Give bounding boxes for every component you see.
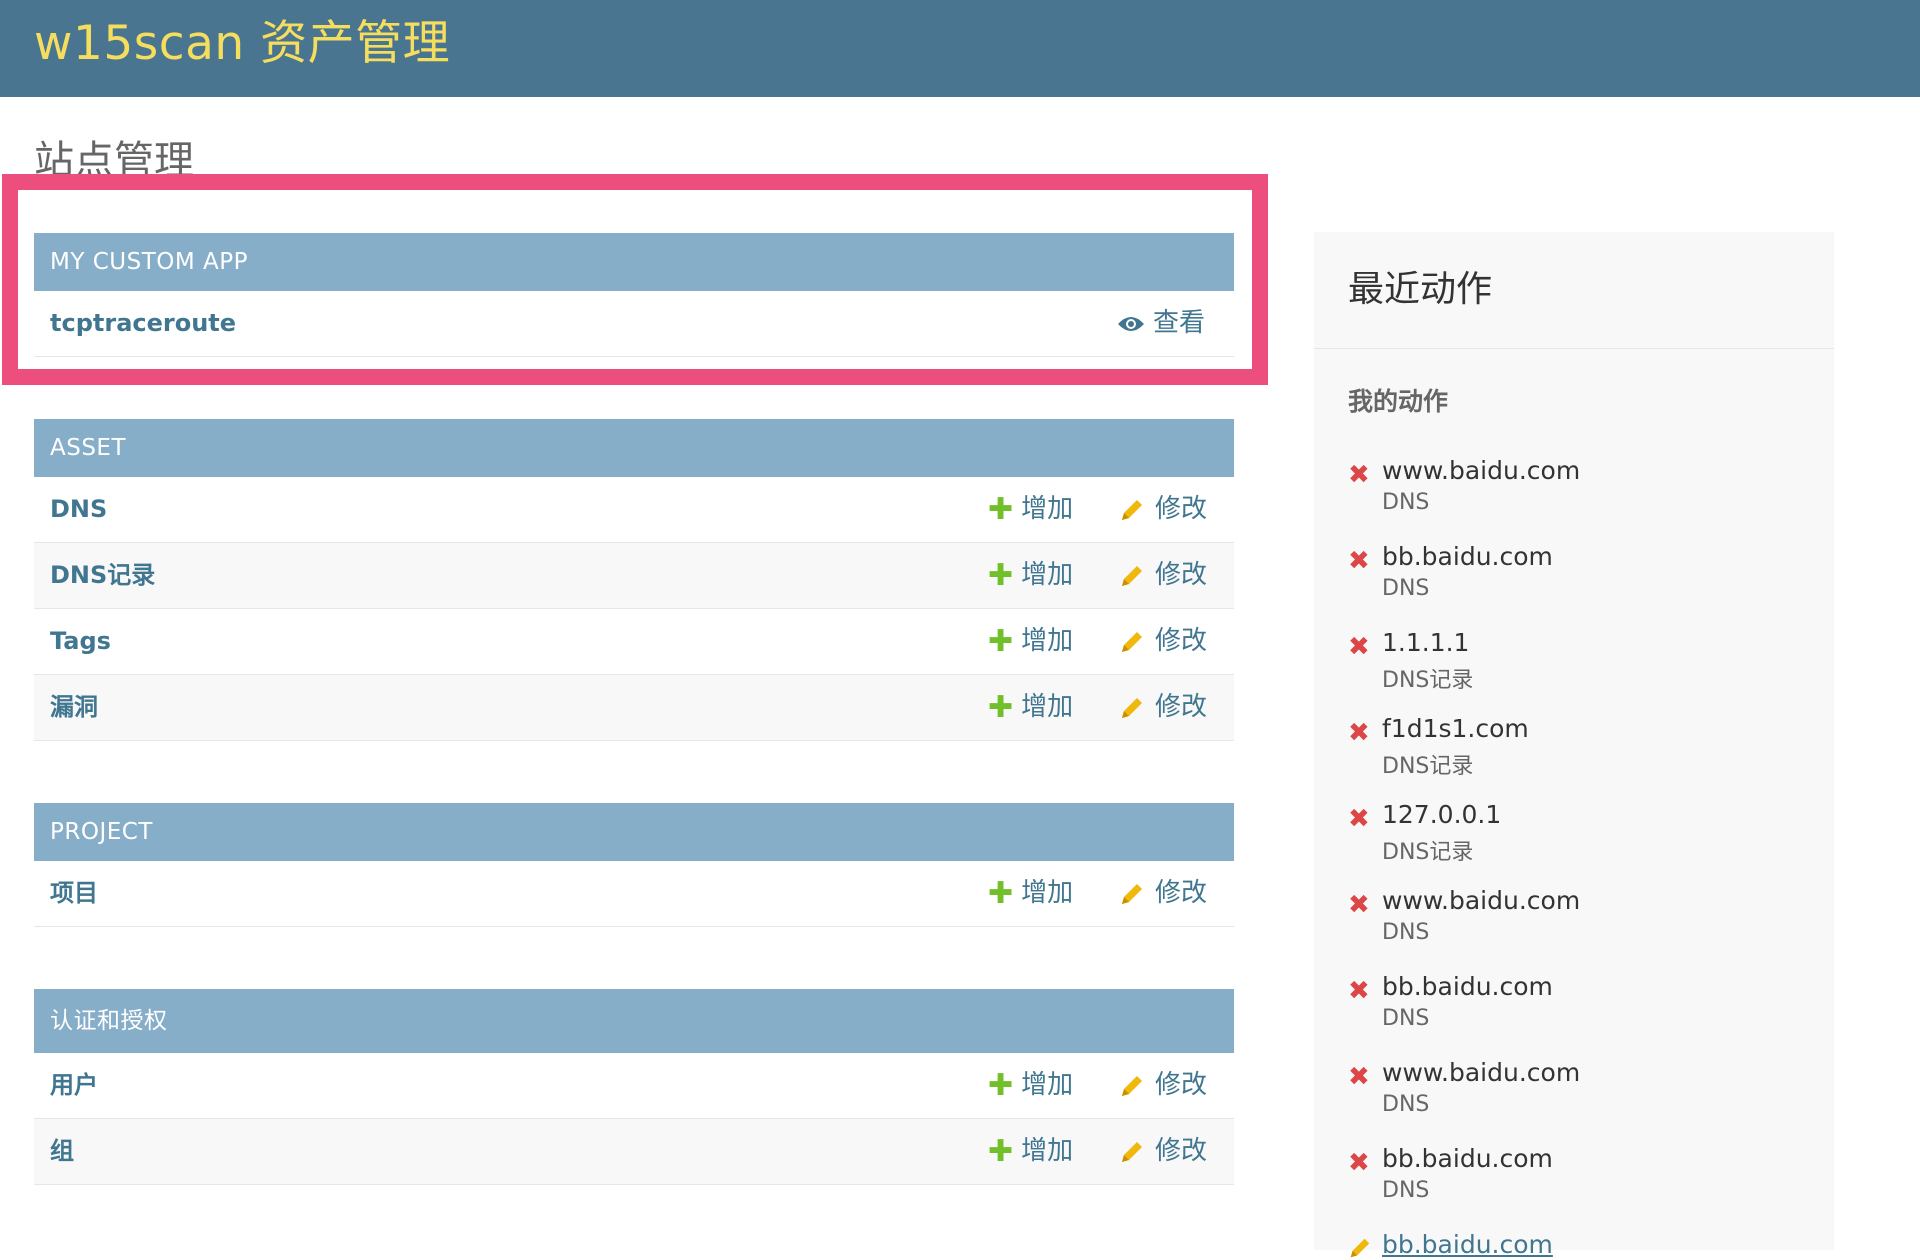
model-row-groups: 组 ✚ 增加 修改 xyxy=(34,1119,1234,1185)
add-link[interactable]: ✚ 增加 xyxy=(988,543,1073,608)
change-label: 修改 xyxy=(1155,626,1208,656)
pencil-icon xyxy=(1122,1075,1142,1096)
model-row-users: 用户 ✚ 增加 修改 xyxy=(34,1053,1234,1119)
add-link[interactable]: ✚ 增加 xyxy=(988,1119,1073,1184)
pencil-icon xyxy=(1122,631,1142,652)
plus-icon: ✚ xyxy=(988,558,1014,593)
module-asset: ASSET DNS ✚ 增加 修改 DNS记录 ✚ 增加 修改 Tags ✚ 增… xyxy=(34,419,1234,741)
action-object-name: www.baidu.com xyxy=(1382,1058,1581,1087)
site-branding[interactable]: w15scan 资产管理 xyxy=(34,14,450,74)
action-object-type: DNS xyxy=(1382,1006,1430,1031)
model-row-dns-record: DNS记录 ✚ 增加 修改 xyxy=(34,543,1234,609)
header: w15scan 资产管理 xyxy=(0,0,1920,97)
model-link-groups[interactable]: 组 xyxy=(50,1119,74,1184)
pencil-icon xyxy=(1122,565,1142,586)
action-object-name: f1d1s1.com xyxy=(1382,714,1529,743)
change-link[interactable]: 修改 xyxy=(1119,477,1207,542)
change-link[interactable]: 修改 xyxy=(1119,609,1207,674)
add-label: 增加 xyxy=(1021,560,1074,590)
add-label: 增加 xyxy=(1021,1136,1074,1166)
add-label: 增加 xyxy=(1021,1070,1074,1100)
module-project: PROJECT 项目 ✚ 增加 修改 xyxy=(34,803,1234,927)
action-object-name: bb.baidu.com xyxy=(1382,542,1553,571)
action-object-name: bb.baidu.com xyxy=(1382,972,1553,1001)
delete-icon: ✖ xyxy=(1348,976,1370,1006)
plus-icon: ✚ xyxy=(988,1134,1014,1169)
plus-icon: ✚ xyxy=(988,1068,1014,1103)
recent-actions-panel: 最近动作 我的动作 ✖ www.baidu.com DNS ✖ bb.baidu… xyxy=(1314,232,1834,1259)
module-auth: 认证和授权 用户 ✚ 增加 修改 组 ✚ 增加 修改 xyxy=(34,989,1234,1185)
delete-icon: ✖ xyxy=(1348,460,1370,490)
action-object-name[interactable]: bb.baidu.com xyxy=(1382,1230,1553,1259)
action-object-name: 1.1.1.1 xyxy=(1382,628,1470,657)
action-object-type: DNS xyxy=(1382,576,1430,601)
delete-icon: ✖ xyxy=(1348,546,1370,576)
add-link[interactable]: ✚ 增加 xyxy=(988,609,1073,674)
delete-icon: ✖ xyxy=(1348,1148,1370,1178)
recent-actions-title: 最近动作 xyxy=(1314,232,1834,349)
action-object-type: DNS xyxy=(1382,1092,1430,1117)
module-caption[interactable]: PROJECT xyxy=(34,803,1234,861)
module-caption[interactable]: 认证和授权 xyxy=(34,989,1234,1053)
change-link[interactable]: 修改 xyxy=(1119,675,1207,740)
add-label: 增加 xyxy=(1021,878,1074,908)
pencil-icon xyxy=(1122,883,1142,904)
change-label: 修改 xyxy=(1155,878,1208,908)
action-object-name: 127.0.0.1 xyxy=(1382,800,1502,829)
model-link-tags[interactable]: Tags xyxy=(50,609,111,674)
action-object-type: DNS记录 xyxy=(1382,668,1474,693)
model-row-project: 项目 ✚ 增加 修改 xyxy=(34,861,1234,927)
plus-icon: ✚ xyxy=(988,624,1014,659)
action-object-type: DNS记录 xyxy=(1382,840,1474,865)
change-link[interactable]: 修改 xyxy=(1119,861,1207,926)
pencil-icon xyxy=(1122,697,1142,718)
model-link-dns-record[interactable]: DNS记录 xyxy=(50,543,155,608)
plus-icon: ✚ xyxy=(988,492,1014,527)
action-object-name: bb.baidu.com xyxy=(1382,1144,1553,1173)
delete-icon: ✖ xyxy=(1348,632,1370,662)
delete-icon: ✖ xyxy=(1348,890,1370,920)
action-object-type: DNS xyxy=(1382,490,1430,515)
model-link-vulnerability[interactable]: 漏洞 xyxy=(50,675,98,740)
action-object-name: www.baidu.com xyxy=(1382,886,1581,915)
add-link[interactable]: ✚ 增加 xyxy=(988,477,1073,542)
plus-icon: ✚ xyxy=(988,876,1014,911)
action-object-type: DNS xyxy=(1382,1178,1430,1203)
add-link[interactable]: ✚ 增加 xyxy=(988,1053,1073,1118)
action-object-type: DNS xyxy=(1382,920,1430,945)
add-label: 增加 xyxy=(1021,692,1074,722)
add-link[interactable]: ✚ 增加 xyxy=(988,675,1073,740)
change-label: 修改 xyxy=(1155,1136,1208,1166)
model-link-project[interactable]: 项目 xyxy=(50,861,98,926)
action-object-name: www.baidu.com xyxy=(1382,456,1581,485)
change-label: 修改 xyxy=(1155,1070,1208,1100)
change-label: 修改 xyxy=(1155,494,1208,524)
delete-icon: ✖ xyxy=(1348,1062,1370,1092)
add-label: 增加 xyxy=(1021,626,1074,656)
delete-icon: ✖ xyxy=(1348,718,1370,748)
change-label: 修改 xyxy=(1155,692,1208,722)
change-link[interactable]: 修改 xyxy=(1119,1119,1207,1184)
module-caption[interactable]: ASSET xyxy=(34,419,1234,477)
pencil-icon xyxy=(1122,1141,1142,1162)
change-label: 修改 xyxy=(1155,560,1208,590)
model-row-vulnerability: 漏洞 ✚ 增加 修改 xyxy=(34,675,1234,741)
model-link-users[interactable]: 用户 xyxy=(50,1053,98,1118)
delete-icon: ✖ xyxy=(1348,804,1370,834)
add-label: 增加 xyxy=(1021,494,1074,524)
model-link-dns[interactable]: DNS xyxy=(50,477,107,542)
highlight-frame xyxy=(2,174,1268,385)
add-link[interactable]: ✚ 增加 xyxy=(988,861,1073,926)
my-actions-title: 我的动作 xyxy=(1348,387,1449,416)
model-row-tags: Tags ✚ 增加 修改 xyxy=(34,609,1234,675)
change-link[interactable]: 修改 xyxy=(1119,543,1207,608)
action-object-type: DNS记录 xyxy=(1382,754,1474,779)
pencil-icon xyxy=(1122,499,1142,520)
plus-icon: ✚ xyxy=(988,690,1014,725)
model-row-dns: DNS ✚ 增加 修改 xyxy=(34,477,1234,543)
change-link[interactable]: 修改 xyxy=(1119,1053,1207,1118)
change-icon xyxy=(1350,1238,1370,1258)
